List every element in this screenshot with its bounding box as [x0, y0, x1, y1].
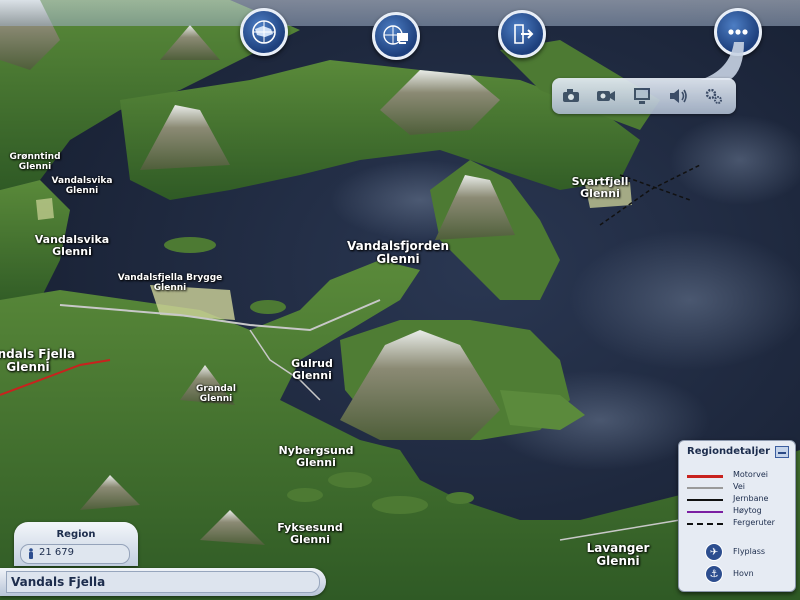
city-label-grandal[interactable]: Grandal Glenni: [196, 384, 236, 404]
city-label-nybergsund[interactable]: Nybergsund Glenni: [278, 444, 353, 470]
speaker-icon: [670, 89, 687, 103]
ferry-swatch: [687, 523, 723, 525]
islet: [446, 492, 474, 504]
gears-icon: [705, 88, 722, 104]
islet: [164, 237, 216, 253]
legend-label: Flyplass: [733, 547, 766, 556]
region-details-legend: Regiondetaljer Motorvei Vei Jernbane Høy…: [678, 440, 796, 592]
region-name-field[interactable]: Vandals Fjella: [6, 571, 320, 593]
road-swatch: [687, 487, 723, 489]
population-display: 21 679: [20, 544, 130, 564]
motorway-swatch: [687, 475, 723, 478]
legend-label: Høytog: [733, 506, 762, 515]
legend-item-motorway: Motorvei: [685, 470, 791, 481]
legend-label: Hovn: [733, 569, 754, 578]
city-owner: Glenni: [376, 252, 420, 267]
city-label-vandalsvika[interactable]: Vandalsvika Glenni: [35, 233, 109, 259]
city-owner: Glenni: [199, 394, 233, 405]
settings-tool[interactable]: [702, 84, 726, 108]
city-name: Grønntind: [9, 152, 61, 162]
city-label-svartfjell[interactable]: Svartfjell Glenni: [572, 175, 629, 201]
person-icon: [29, 548, 33, 559]
video-camera-icon: [597, 91, 615, 101]
city-label-lavanger[interactable]: Lavanger Glenni: [586, 541, 650, 569]
legend-label: Vei: [733, 482, 745, 491]
legend-label: Fergeruter: [733, 518, 775, 527]
city-owner: Glenni: [18, 162, 52, 173]
region-tab-label: Region: [56, 529, 96, 540]
city-owner: Glenni: [296, 456, 336, 470]
legend-item-road: Vei: [685, 482, 791, 493]
legend-label: Motorvei: [733, 470, 768, 479]
camera-icon: [563, 89, 579, 102]
region-name: Vandals Fjella: [11, 575, 106, 589]
city-owner: Glenni: [153, 283, 187, 294]
cloud: [570, 230, 800, 370]
islet: [328, 472, 372, 488]
city-label-vandalsfjella-brygge[interactable]: Vandalsfjella Brygge Glenni: [118, 273, 223, 293]
city-label-vandals-fjella[interactable]: Vandals FjellaGlenni: [0, 347, 76, 375]
exit-door-icon: [514, 24, 534, 44]
airplane-icon: ✈: [705, 543, 723, 561]
region-view-button[interactable]: [240, 8, 288, 56]
city-label-vandalsfjorden[interactable]: Vandalsfjorden Glenni: [347, 239, 449, 267]
city-name: Vandals Fjella: [0, 347, 76, 361]
city-name: Vandalsvika: [51, 176, 113, 186]
display-tool[interactable]: [630, 84, 654, 108]
legend-minimize-button[interactable]: [775, 446, 789, 458]
legend-item-highspeed-rail: Høytog: [685, 506, 791, 517]
city-view-button[interactable]: [372, 12, 420, 60]
city-name: Grandal: [196, 384, 236, 394]
urban-area: [36, 198, 54, 220]
monitor-icon: [634, 88, 650, 104]
city-owner: Glenni: [290, 533, 330, 547]
toolbox-connector: [700, 42, 744, 80]
city-name: Vandalsfjella Brygge: [117, 273, 223, 283]
legend-label: Jernbane: [733, 494, 769, 503]
legend-title: Regiondetaljer: [687, 446, 771, 457]
region-map-icon: [252, 20, 276, 44]
islet: [250, 300, 286, 314]
options-toolbox: [552, 78, 736, 114]
city-label-vandalsvika-small[interactable]: Vandalsvika Glenni: [52, 176, 113, 196]
sound-tool[interactable]: [666, 84, 690, 108]
city-label-gulrud[interactable]: Gulrud Glenni: [291, 357, 333, 383]
city-owner: Glenni: [52, 245, 92, 259]
highspeed-rail-swatch: [687, 511, 723, 513]
city-name: Lavanger: [586, 541, 650, 555]
city-owner: Glenni: [292, 369, 332, 383]
islet: [287, 488, 323, 502]
anchor-icon: ⚓: [705, 565, 723, 583]
population-value: 21 679: [39, 547, 74, 558]
city-owner: Glenni: [65, 186, 99, 197]
legend-item-rail: Jernbane: [685, 494, 791, 505]
city-owner: Glenni: [596, 554, 640, 569]
exit-button[interactable]: [498, 10, 546, 58]
islet: [372, 496, 428, 514]
city-label-gronntind[interactable]: Grønntind Glenni: [9, 152, 60, 172]
computer-globe-icon: [383, 25, 408, 45]
video-tool[interactable]: [594, 84, 618, 108]
city-owner: Glenni: [6, 360, 50, 375]
legend-item-ferry: Fergeruter: [685, 518, 791, 529]
rail-swatch: [687, 499, 723, 501]
city-name: Vandalsfjorden: [347, 239, 449, 253]
region-name-bar: Vandals Fjella: [0, 568, 326, 596]
camera-tool[interactable]: [560, 84, 584, 108]
city-owner: Glenni: [580, 187, 620, 201]
city-label-fyksesund[interactable]: Fyksesund Glenni: [277, 521, 343, 547]
